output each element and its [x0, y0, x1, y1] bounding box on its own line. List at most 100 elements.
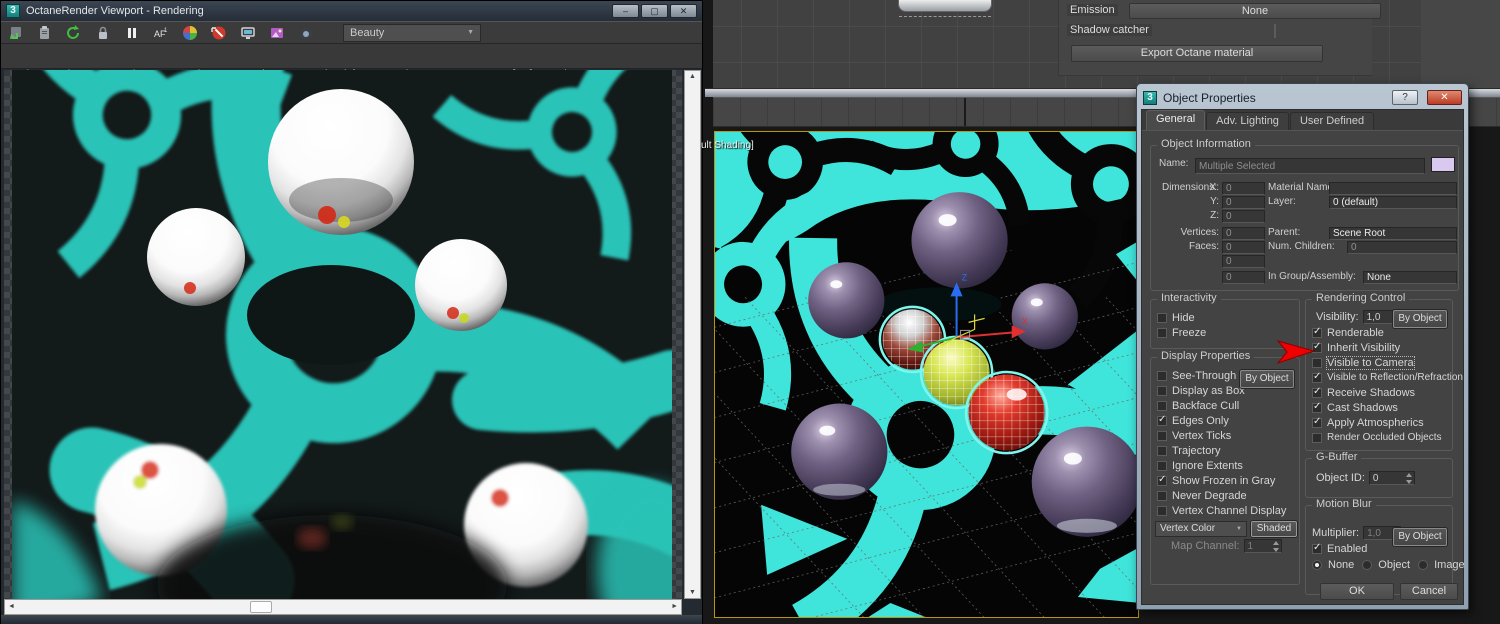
receive-shadows-checkbox[interactable]: [1312, 386, 1322, 398]
receive-shadows-row[interactable]: Receive Shadows: [1306, 385, 1452, 400]
dimension-y-field[interactable]: 0: [1222, 196, 1265, 209]
vertex-color-dropdown[interactable]: Vertex Color ▼: [1155, 520, 1247, 537]
camera-icon[interactable]: [298, 25, 314, 41]
rollout-scroll-button[interactable]: [898, 0, 992, 12]
color-picker-icon[interactable]: [182, 25, 198, 41]
tab-adv-lighting[interactable]: Adv. Lighting: [1206, 112, 1289, 130]
cast-shadows-row[interactable]: Cast Shadows: [1306, 400, 1452, 415]
extra-field-2[interactable]: 0: [1222, 271, 1265, 284]
num-children-field[interactable]: 0: [1347, 241, 1457, 254]
never-degrade-row[interactable]: Never Degrade: [1151, 488, 1299, 503]
viewport-3d-scene[interactable]: Z X: [715, 132, 1139, 618]
parent-field[interactable]: Scene Root: [1329, 227, 1457, 240]
minimize-button[interactable]: –: [612, 4, 639, 18]
radio-object[interactable]: [1362, 559, 1373, 570]
backface-cull-checkbox[interactable]: [1157, 400, 1167, 411]
apply-atmospherics-checkbox[interactable]: [1312, 416, 1322, 428]
vertical-scrollbar[interactable]: ▲ ▼: [684, 70, 701, 599]
cast-shadows-checkbox[interactable]: [1312, 401, 1322, 413]
cancel-button[interactable]: Cancel: [1400, 583, 1458, 600]
name-input[interactable]: Multiple Selected: [1195, 158, 1425, 174]
render-canvas-area[interactable]: [4, 70, 682, 599]
show-frozen-in-gray-row[interactable]: Show Frozen in Gray: [1151, 473, 1299, 488]
copy-clipboard-icon[interactable]: [37, 25, 53, 41]
object-color-swatch[interactable]: [1431, 157, 1455, 172]
vertices-field[interactable]: 0: [1222, 227, 1265, 240]
perspective-viewport[interactable]: Z X: [714, 131, 1139, 618]
vertex-ticks-row[interactable]: Vertex Ticks: [1151, 428, 1299, 443]
restart-render-icon[interactable]: [66, 24, 82, 41]
close-button[interactable]: ✕: [670, 4, 697, 18]
export-image-icon[interactable]: [8, 25, 24, 41]
emission-none-button[interactable]: None: [1129, 3, 1381, 19]
trajectory-row[interactable]: Trajectory: [1151, 443, 1299, 458]
show-frozen-in-gray-checkbox[interactable]: [1157, 474, 1167, 486]
export-octane-material-button[interactable]: Export Octane material: [1071, 45, 1323, 62]
hide-checkbox[interactable]: [1157, 312, 1167, 323]
in-group-field[interactable]: None: [1363, 271, 1457, 284]
help-button[interactable]: ?: [1392, 90, 1418, 105]
scroll-up-icon[interactable]: ▲: [685, 73, 700, 80]
octane-title-bar[interactable]: 3 OctaneRender Viewport - Rendering – ▢ …: [1, 1, 702, 21]
extra-field-1[interactable]: 0: [1222, 255, 1265, 268]
apply-atmospherics-row[interactable]: Apply Atmospherics: [1306, 415, 1452, 430]
visible-to-camera-row[interactable]: Visible to Camera: [1306, 355, 1452, 370]
save-image-icon[interactable]: [269, 25, 285, 41]
tab-user-defined[interactable]: User Defined: [1289, 112, 1375, 130]
ok-button[interactable]: OK: [1320, 583, 1394, 600]
renderable-checkbox[interactable]: [1312, 326, 1322, 338]
viewport-shading-label[interactable]: ult Shading]: [701, 140, 754, 151]
render-pass-dropdown[interactable]: Beauty ▼: [343, 23, 481, 42]
tab-general[interactable]: General: [1146, 110, 1206, 130]
visible-to-reflection-row[interactable]: Visible to Reflection/Refraction: [1306, 370, 1463, 385]
edges-only-row[interactable]: Edges Only: [1151, 413, 1299, 428]
ignore-extents-checkbox[interactable]: [1157, 460, 1167, 471]
maximize-button[interactable]: ▢: [641, 4, 668, 18]
shadow-catcher-checkbox[interactable]: [1274, 24, 1276, 38]
hide-row[interactable]: Hide: [1151, 310, 1299, 325]
vertex-channel-display-checkbox[interactable]: [1157, 505, 1167, 516]
see-through-checkbox[interactable]: [1157, 370, 1167, 381]
object-id-field[interactable]: 0: [1368, 470, 1415, 485]
trajectory-checkbox[interactable]: [1157, 445, 1167, 456]
vertex-channel-display-row[interactable]: Vertex Channel Display: [1151, 503, 1299, 518]
dimension-z-field[interactable]: 0: [1222, 210, 1265, 223]
scroll-right-icon[interactable]: ►: [671, 603, 678, 610]
pause-render-icon[interactable]: [124, 25, 140, 41]
scrollbar-thumb[interactable]: [250, 601, 272, 613]
map-channel-spinner[interactable]: [1272, 540, 1280, 552]
display-settings-icon[interactable]: [240, 25, 256, 41]
ignore-extents-row[interactable]: Ignore Extents: [1151, 458, 1299, 473]
vertex-ticks-checkbox[interactable]: [1157, 430, 1167, 441]
time-slider-mark[interactable]: [964, 98, 966, 126]
never-degrade-checkbox[interactable]: [1157, 490, 1167, 501]
material-name-field[interactable]: [1329, 182, 1457, 195]
inherit-visibility-row[interactable]: Inherit Visibility: [1306, 340, 1452, 355]
render-occluded-row[interactable]: Render Occluded Objects: [1306, 430, 1452, 445]
scroll-left-icon[interactable]: ◄: [8, 603, 15, 610]
lock-resolution-icon[interactable]: [95, 25, 111, 41]
dialog-title-bar[interactable]: 3 Object Properties ? ✕: [1140, 87, 1465, 108]
dialog-close-button[interactable]: ✕: [1427, 90, 1462, 105]
display-as-box-checkbox[interactable]: [1157, 385, 1167, 396]
horizontal-scrollbar[interactable]: ◄ ►: [4, 599, 682, 615]
render-region-icon[interactable]: [211, 25, 227, 41]
backface-cull-row[interactable]: Backface Cull: [1151, 398, 1299, 413]
dimension-x-field[interactable]: 0: [1222, 182, 1265, 195]
shaded-button[interactable]: Shaded: [1251, 520, 1297, 537]
object-id-spinner[interactable]: [1405, 472, 1413, 484]
faces-field[interactable]: 0: [1222, 241, 1265, 254]
enabled-checkbox[interactable]: [1312, 542, 1322, 554]
layer-field[interactable]: 0 (default): [1329, 196, 1457, 209]
map-channel-field[interactable]: 1: [1243, 538, 1282, 553]
visible-to-reflection-checkbox[interactable]: [1312, 371, 1322, 383]
render-occluded-checkbox[interactable]: [1312, 432, 1322, 443]
display-by-object-button[interactable]: By Object: [1240, 370, 1294, 388]
motion-blur-by-object-button[interactable]: By Object: [1393, 528, 1447, 546]
autofocus-icon[interactable]: AF 1: [153, 25, 169, 41]
radio-none[interactable]: [1312, 559, 1322, 570]
radio-image[interactable]: [1418, 559, 1429, 570]
scroll-down-icon[interactable]: ▼: [685, 589, 700, 596]
freeze-checkbox[interactable]: [1157, 327, 1167, 338]
edges-only-checkbox[interactable]: [1157, 414, 1167, 426]
